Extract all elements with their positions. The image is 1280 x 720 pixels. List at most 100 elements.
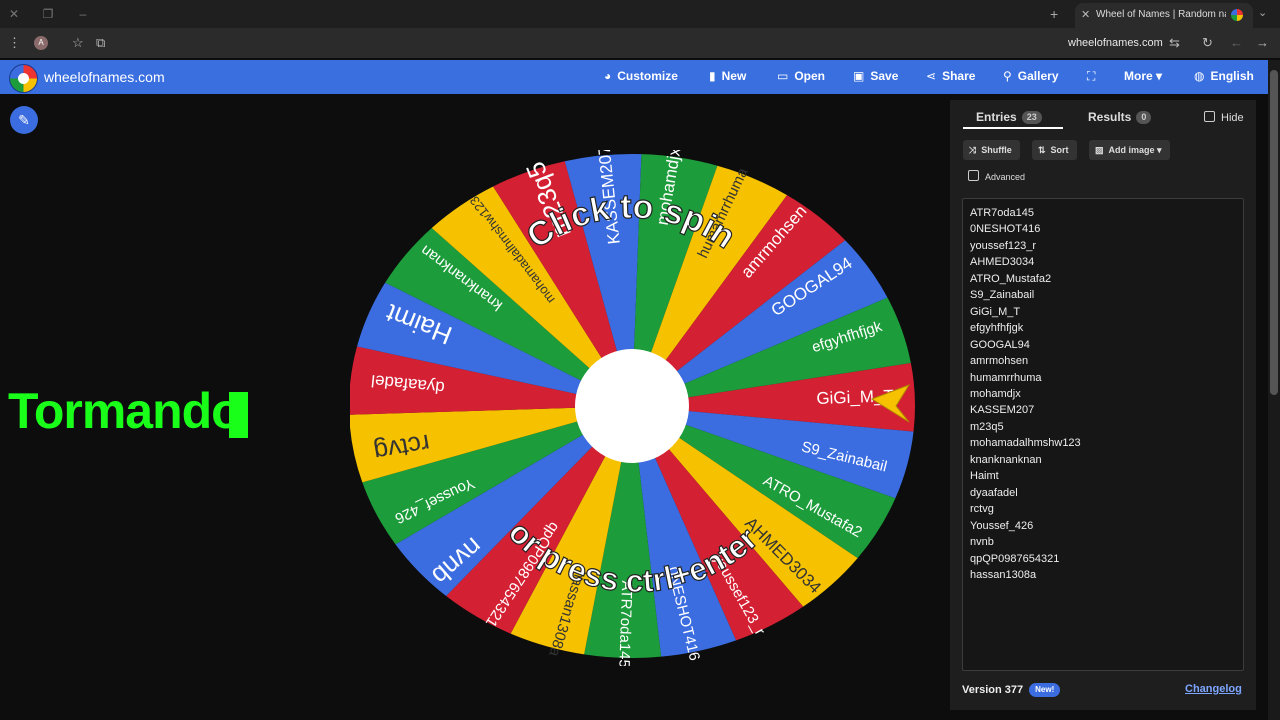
entry-item[interactable]: mohamadalhmshw123 (970, 435, 1081, 451)
palette-icon: ◕ (604, 69, 612, 83)
add-image-label: Add image (1108, 145, 1155, 155)
entry-item[interactable]: humamrrhuma (970, 370, 1081, 386)
sort-icon: ⇅ (1038, 145, 1046, 155)
checkbox-icon (968, 170, 979, 181)
brand-name[interactable]: wheelofnames.com (44, 69, 165, 85)
entry-item[interactable]: S9_Zainabail (970, 287, 1081, 303)
entry-item[interactable]: AHMED3034 (970, 254, 1081, 270)
kebab-menu-icon[interactable]: ⋮ (8, 35, 21, 51)
entry-item[interactable]: efgyhfhfjgk (970, 320, 1081, 336)
entries-count-badge: 23 (1021, 111, 1042, 124)
checkbox-icon (1204, 111, 1215, 122)
entry-item[interactable]: ATRO_Mustafa2 (970, 271, 1081, 287)
entry-item[interactable]: amrmohsen (970, 353, 1081, 369)
entry-item[interactable]: hassan1308a (970, 567, 1081, 583)
hide-label: Hide (1221, 112, 1244, 124)
entry-item[interactable]: ATR7oda145 (970, 205, 1081, 221)
advanced-label: Advanced (985, 172, 1026, 182)
tab-list-chevron-icon[interactable]: ⌄ (1258, 6, 1267, 19)
version-info: Version 377 New! (962, 683, 1061, 697)
tab-favicon-icon (1231, 9, 1243, 21)
entries-list: ATR7oda145 0NESHOT416 youssef123_r AHMED303… (970, 205, 1081, 583)
entry-item[interactable]: GOOGAL94 (970, 337, 1081, 353)
entry-item[interactable]: knanknanknan (970, 452, 1081, 468)
customize-label: Customize (617, 69, 678, 83)
sort-label: Sort (1050, 145, 1069, 155)
window-minimize-icon[interactable]: – (75, 6, 91, 22)
overlay-text: Tormando (8, 383, 242, 439)
save-button[interactable]: ▣ Save (853, 69, 898, 83)
file-icon: ▮ (709, 69, 716, 83)
open-label: Open (794, 69, 826, 83)
open-button[interactable]: ▭ Open (777, 69, 825, 83)
back-icon[interactable]: ← (1230, 35, 1243, 50)
entry-item[interactable]: rctvg (970, 501, 1081, 517)
caret-down-icon: ▾ (1156, 69, 1163, 83)
tab-close-icon[interactable]: ✕ (1081, 8, 1090, 21)
site-settings-icon[interactable]: ⇆ (1169, 35, 1180, 51)
url-text[interactable]: wheelofnames.com (1068, 37, 1163, 49)
share-label: Share (942, 69, 976, 83)
customize-button[interactable]: ◕ Customize (604, 69, 678, 83)
reload-icon[interactable]: ↻ (1202, 35, 1213, 51)
pencil-icon: ✎ (18, 112, 30, 128)
shuffle-icon: ⤨ (969, 145, 977, 155)
search-icon: ⚲ (1003, 69, 1012, 83)
entry-item[interactable]: m23q5 (970, 419, 1081, 435)
entry-item[interactable]: dyaafadel (970, 485, 1081, 501)
entry-item[interactable]: youssef123_r (970, 238, 1081, 254)
version-label: Version 377 (962, 684, 1024, 696)
shuffle-button[interactable]: ⤨ Shuffle (963, 140, 1020, 160)
more-button[interactable]: More ▾ (1124, 69, 1162, 83)
save-icon: ▣ (853, 69, 865, 83)
fullscreen-button[interactable]: ⛶ (1087, 69, 1101, 84)
new-button[interactable]: ▮ New (709, 69, 746, 83)
entry-item[interactable]: mohamdjx (970, 386, 1081, 402)
sort-button[interactable]: ⇅ Sort (1032, 140, 1077, 160)
fullscreen-icon: ⛶ (1087, 69, 1096, 83)
caret-down-icon: ▾ (1157, 145, 1162, 155)
share-icon: ⋖ (926, 69, 937, 83)
bookmark-star-icon[interactable]: ☆ (72, 35, 84, 51)
tab-entries[interactable]: Entries 23 (976, 110, 1042, 124)
entry-item[interactable]: nvnb (970, 534, 1081, 550)
gallery-button[interactable]: ⚲ Gallery (1003, 69, 1059, 83)
translate-icon[interactable]: ⧉ (96, 35, 105, 51)
new-label: New (721, 69, 747, 83)
folder-icon: ▭ (777, 69, 789, 83)
entry-item[interactable]: Youssef_426 (970, 518, 1081, 534)
spin-wheel[interactable]: GiGi_M_TS9_ZainabailATRO_Mustafa2AHMED30… (350, 150, 916, 666)
tab-title: Wheel of Names | Random nam (1096, 9, 1226, 20)
entries-tab-label: Entries (976, 110, 1017, 124)
entry-item[interactable]: 0NESHOT416 (970, 221, 1081, 237)
edit-pencil-button[interactable]: ✎ (10, 106, 38, 134)
language-button[interactable]: ◍ English (1194, 69, 1254, 83)
entry-item[interactable]: Haimt (970, 468, 1081, 484)
add-image-button[interactable]: ▨ Add image ▾ (1089, 140, 1170, 160)
brand-logo-icon[interactable] (9, 64, 38, 93)
entry-item[interactable]: qpQP0987654321 (970, 551, 1081, 567)
advanced-checkbox[interactable]: Advanced (968, 170, 1025, 182)
save-label: Save (870, 69, 899, 83)
entry-item[interactable]: GiGi_M_T (970, 304, 1081, 320)
tab-results[interactable]: Results 0 (1088, 110, 1152, 124)
overlay-cursor-block (229, 392, 248, 438)
window-close-icon[interactable]: ✕ (6, 6, 22, 22)
entry-item[interactable]: KASSEM207 (970, 402, 1081, 418)
share-button[interactable]: ⋖ Share (926, 69, 975, 83)
hide-checkbox[interactable]: Hide (1204, 111, 1244, 124)
window-restore-icon[interactable]: ❐ (40, 6, 56, 22)
wheel-center[interactable] (575, 349, 689, 463)
changelog-link[interactable]: Changelog (1185, 683, 1242, 695)
page-scrollbar-thumb[interactable] (1270, 70, 1278, 395)
new-badge: New! (1029, 683, 1061, 697)
shuffle-label: Shuffle (981, 145, 1012, 155)
results-count-badge: 0 (1136, 111, 1152, 124)
more-label: More (1124, 69, 1153, 83)
gallery-label: Gallery (1017, 69, 1059, 83)
profile-avatar[interactable]: A (34, 36, 48, 50)
language-label: English (1210, 69, 1254, 83)
browser-tab[interactable]: ✕ Wheel of Names | Random nam (1075, 3, 1253, 28)
new-tab-icon[interactable]: + (1050, 6, 1058, 22)
forward-icon[interactable]: → (1256, 35, 1269, 50)
